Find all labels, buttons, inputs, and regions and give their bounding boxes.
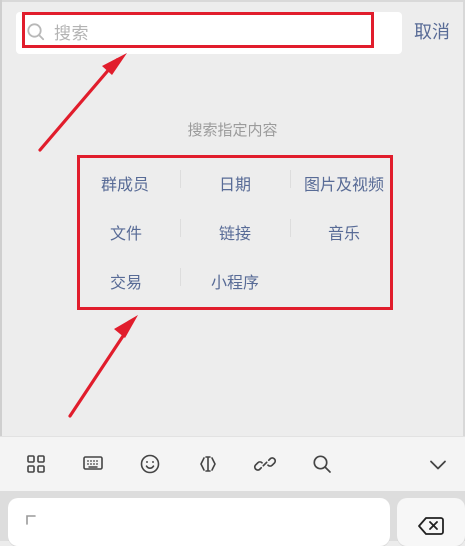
filter-date[interactable]: 日期	[219, 171, 251, 195]
cancel-button[interactable]: 取消	[414, 18, 450, 44]
grid-icon[interactable]	[24, 452, 48, 476]
filter-transaction[interactable]: 交易	[110, 269, 142, 293]
divider	[290, 219, 291, 237]
search-hint: 搜索指定内容	[187, 121, 278, 139]
filter-media[interactable]: 图片及视频	[304, 171, 384, 195]
divider	[180, 268, 181, 286]
cursor-icon[interactable]	[196, 452, 220, 476]
filter-music[interactable]: 音乐	[328, 220, 360, 244]
screen: 搜索 取消 搜索指定内容 群成员 日期 图片及视频 文件 链接 音乐 交易 小程…	[0, 0, 465, 546]
keyboard-input-field[interactable]	[8, 498, 390, 546]
filter-link[interactable]: 链接	[219, 220, 251, 244]
emoji-icon[interactable]	[138, 452, 162, 476]
keyboard-icon[interactable]	[81, 452, 105, 476]
divider	[180, 219, 181, 237]
keyboard-toolbar	[0, 436, 465, 491]
search-icon[interactable]	[310, 452, 334, 476]
filter-mini-program[interactable]: 小程序	[211, 269, 259, 293]
delete-key[interactable]	[397, 498, 465, 546]
top-edge	[0, 0, 465, 2]
link-icon[interactable]	[253, 452, 277, 476]
chevron-down-icon[interactable]	[427, 454, 449, 476]
backspace-icon	[418, 517, 444, 535]
filter-file[interactable]: 文件	[110, 220, 142, 244]
divider	[290, 170, 291, 188]
keyboard-corner-icon	[26, 515, 36, 525]
divider	[180, 170, 181, 188]
filter-members[interactable]: 群成员	[101, 171, 149, 195]
search-highlight-box	[22, 12, 374, 48]
